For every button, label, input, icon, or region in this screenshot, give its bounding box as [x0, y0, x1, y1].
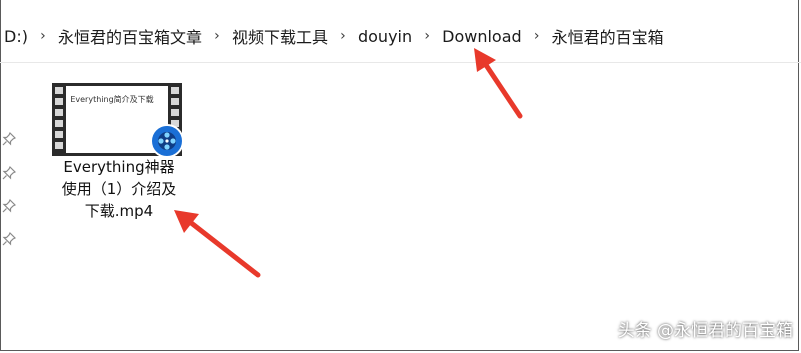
annotation-arrow-file — [174, 210, 261, 278]
annotation-arrow-download — [474, 48, 523, 119]
watermark: 头条 @永恒君的百宝箱 — [617, 321, 793, 341]
annotation-arrows — [174, 48, 523, 278]
